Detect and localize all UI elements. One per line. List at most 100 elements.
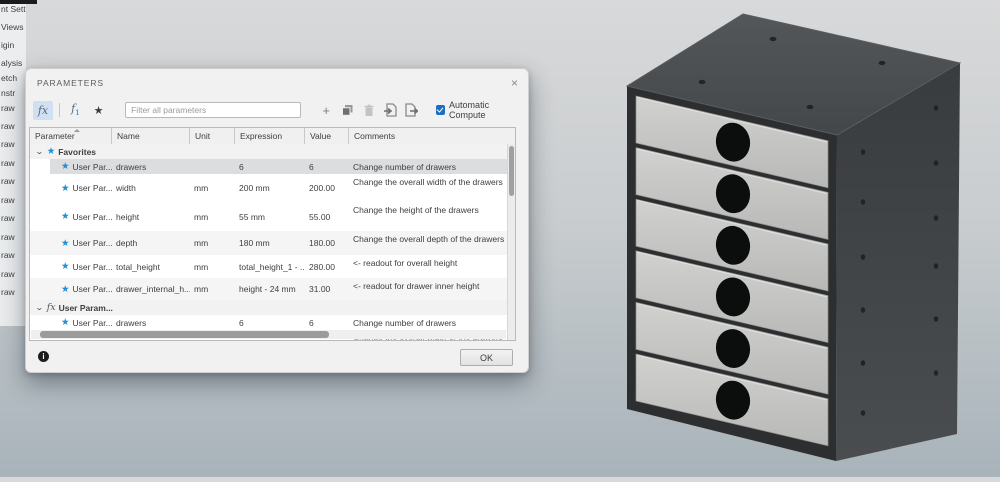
value-cell: 280.00 xyxy=(305,255,349,278)
filter-user-parameters-button[interactable]: f1 xyxy=(66,101,85,120)
browser-tree-item[interactable]: raw xyxy=(1,176,15,186)
expression-cell: 55 mm xyxy=(235,202,305,231)
name-cell-text: drawer_internal_h... xyxy=(116,284,190,294)
export-csv-button[interactable] xyxy=(403,102,418,118)
filter-input[interactable] xyxy=(125,102,301,118)
browser-tree-item[interactable]: raw xyxy=(1,103,15,113)
browser-tree-item[interactable]: raw xyxy=(1,158,15,168)
comment-cell xyxy=(349,300,507,315)
filter-favorites-button[interactable]: ★ xyxy=(91,101,106,120)
vertical-scrollbar[interactable] xyxy=(507,144,515,340)
expression-cell-text: total_height_1 - ... xyxy=(239,261,305,272)
comment-cell: Change the overall depth of the drawers xyxy=(349,231,507,255)
automatic-compute-toggle[interactable]: Automatic Compute xyxy=(435,100,524,120)
expression-cell-text: 6 xyxy=(239,317,244,328)
table-group-row[interactable]: ⌄ fx User Param... xyxy=(30,300,507,315)
browser-tree-item[interactable]: raw xyxy=(1,195,15,205)
copy-parameter-button[interactable] xyxy=(340,102,355,118)
toolbar-fragment xyxy=(0,0,37,4)
name-cell xyxy=(112,300,190,315)
name-cell: depth xyxy=(112,231,190,255)
browser-tree-item[interactable]: raw xyxy=(1,250,15,260)
parameter-type-label: User Par... xyxy=(72,261,112,272)
parameter-cell: ⌄ fx User Param... xyxy=(30,300,113,315)
expression-cell: 180 mm xyxy=(235,231,305,255)
add-parameter-button[interactable]: + xyxy=(319,102,334,118)
parameter-type-label: User Par... xyxy=(72,238,112,248)
unit-cell-text: mm xyxy=(194,211,209,222)
column-header-name[interactable]: Name xyxy=(112,128,190,144)
dialog-title: PARAMETERS xyxy=(37,78,104,88)
table-row[interactable]: ★ User Par... depth mm 180 mm 180.00 Change th… xyxy=(30,231,507,255)
table-row[interactable]: ★ User Par... height mm 55 mm 55.00 Change the… xyxy=(30,202,507,231)
browser-tree-item[interactable]: nt Settings xyxy=(1,4,26,14)
horizontal-scrollbar[interactable] xyxy=(31,330,506,339)
table-row[interactable]: ★ User Par... width mm 200 mm 200.00 Change th… xyxy=(30,174,507,202)
close-icon[interactable]: × xyxy=(511,77,518,89)
table-row[interactable]: ★ User Par... drawers 6 6 Change number of dr… xyxy=(30,159,507,174)
comment-cell: Change the overall width of the drawers xyxy=(349,174,507,202)
name-cell: drawer_internal_h... xyxy=(112,278,190,300)
import-csv-button[interactable] xyxy=(382,102,397,118)
browser-tree-item[interactable]: nstr xyxy=(1,88,15,98)
browser-tree-item[interactable]: raw xyxy=(1,287,15,297)
unit-cell: mm xyxy=(190,255,235,278)
table-group-row[interactable]: ⌄ ★ Favorites xyxy=(30,144,507,159)
browser-tree-item[interactable]: raw xyxy=(1,269,15,279)
parameters-table: Parameter Name Unit Expression Value Comments… xyxy=(29,127,516,341)
horizontal-scrollbar-thumb[interactable] xyxy=(40,331,329,338)
browser-tree-item[interactable]: raw xyxy=(1,139,15,149)
checkbox-checked-icon[interactable] xyxy=(435,105,446,115)
value-cell: 55.00 xyxy=(305,202,349,231)
value-cell-text: 55.00 xyxy=(309,211,331,222)
parameters-dialog: PARAMETERS × fx f1 ★ + xyxy=(25,68,529,373)
unit-cell xyxy=(190,315,235,330)
comment-cell-text: <- readout for overall height xyxy=(353,258,458,268)
name-cell: total_height xyxy=(112,255,190,278)
column-header-parameter[interactable]: Parameter xyxy=(30,128,112,144)
table-row[interactable]: ★ User Par... drawers 6 6 Change number of dr… xyxy=(30,315,507,330)
browser-tree-item[interactable]: raw xyxy=(1,232,15,242)
name-cell: drawers xyxy=(112,159,190,174)
delete-parameter-button[interactable] xyxy=(361,102,376,118)
expression-cell-text: height - 24 mm xyxy=(239,284,296,294)
table-row[interactable]: ★ User Par... drawer_internal_h... mm height… xyxy=(30,278,507,300)
browser-tree-item[interactable]: alysis xyxy=(1,58,22,68)
expression-cell: total_height_1 - ... xyxy=(235,255,305,278)
filter-all-parameters-button[interactable]: fx xyxy=(33,100,53,120)
parameter-type-label: User Par... xyxy=(72,183,112,193)
unit-cell xyxy=(190,159,235,174)
browser-tree-item[interactable]: raw xyxy=(1,121,15,131)
value-cell-text: 31.00 xyxy=(309,284,331,294)
unit-cell-text: mm xyxy=(194,284,209,294)
star-icon: ★ xyxy=(61,161,70,172)
column-header-comments[interactable]: Comments xyxy=(349,128,515,144)
value-cell-text: 200.00 xyxy=(309,183,335,193)
name-cell-text: width xyxy=(116,183,136,193)
browser-tree-item[interactable]: raw xyxy=(1,213,15,223)
vertical-scrollbar-thumb[interactable] xyxy=(509,146,514,196)
unit-cell-text: mm xyxy=(194,238,209,248)
table-header-row: Parameter Name Unit Expression Value Comments xyxy=(30,128,515,145)
name-cell: drawers xyxy=(112,315,190,330)
automatic-compute-label: Automatic Compute xyxy=(449,100,490,120)
chevron-down-icon: ⌄ xyxy=(34,147,44,156)
info-icon[interactable]: i xyxy=(38,351,49,362)
ok-button[interactable]: OK xyxy=(460,349,513,366)
column-header-value[interactable]: Value xyxy=(305,128,349,144)
star-icon: ★ xyxy=(61,211,70,222)
browser-tree-item[interactable]: Views xyxy=(1,22,24,32)
expression-cell: height - 24 mm xyxy=(235,278,305,300)
browser-tree-item[interactable]: igin xyxy=(1,40,14,50)
column-header-expression[interactable]: Expression xyxy=(235,128,305,144)
copy-icon xyxy=(341,104,353,116)
parameter-cell: ★ User Par... xyxy=(30,159,112,174)
comment-cell-text: Change number of drawers xyxy=(353,317,457,328)
comment-cell: Change number of drawers xyxy=(349,315,507,330)
table-row[interactable]: ★ User Par... total_height mm total_height_1… xyxy=(30,255,507,278)
parameter-cell: ★ User Par... xyxy=(30,278,112,300)
browser-tree-item[interactable]: etch xyxy=(1,73,17,83)
toolbar-separator xyxy=(58,103,60,117)
unit-cell: mm xyxy=(190,278,235,300)
column-header-unit[interactable]: Unit xyxy=(190,128,235,144)
